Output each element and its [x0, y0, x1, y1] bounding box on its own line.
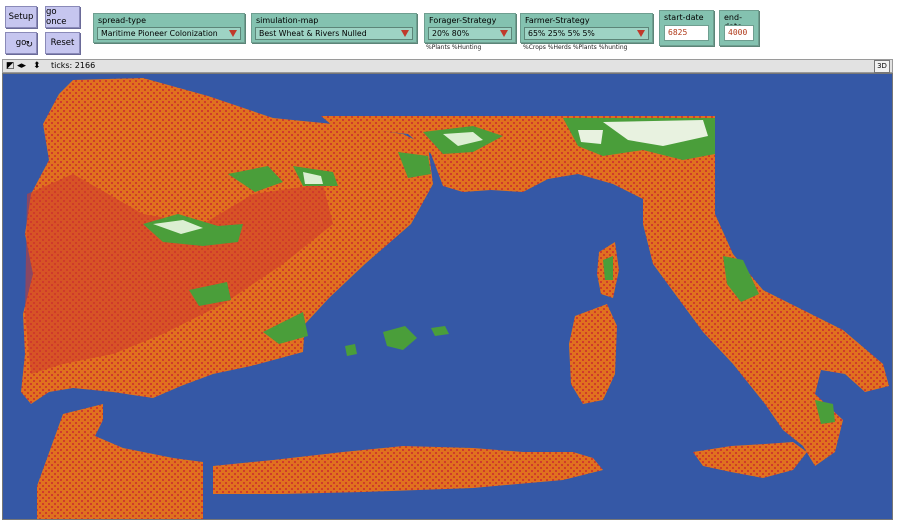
north-africa-east-land — [213, 446, 603, 494]
sardinia-land — [569, 304, 617, 404]
simulation-map-value[interactable]: Best Wheat & Rivers Nulled — [255, 27, 413, 40]
end-date-input-box: end-date 4000 — [719, 10, 759, 46]
dropdown-triangle-icon — [229, 30, 237, 37]
arrows-vertical-icon[interactable]: ⬍ — [33, 61, 41, 71]
view-toolbar: ◩ ◂▸ ⬍ ticks: 2166 3D — [2, 59, 893, 73]
spread-type-value[interactable]: Maritime Pioneer Colonization — [97, 27, 241, 40]
mallorca-land — [383, 326, 417, 350]
reset-button[interactable]: Reset — [45, 32, 80, 54]
end-date-field[interactable]: 4000 — [724, 25, 754, 41]
forager-strategy-value[interactable]: 20% 80% — [428, 27, 512, 40]
forager-strategy-note: %Plants %Hunting — [426, 44, 482, 51]
dropdown-triangle-icon — [401, 30, 409, 37]
go-once-button[interactable]: go once — [45, 6, 80, 28]
3d-view-button[interactable]: 3D — [874, 60, 890, 73]
alps-snow-2 — [578, 130, 603, 144]
setup-button[interactable]: Setup — [5, 6, 37, 28]
farmer-strategy-chooser[interactable]: Farmer-Strategy 65% 25% 5% 5% — [520, 13, 653, 43]
menorca-land — [431, 326, 449, 336]
world-view[interactable] — [2, 73, 893, 520]
go-once-button-label: go once — [46, 7, 67, 27]
forever-icon: ↻ — [25, 40, 33, 50]
arrows-horizontal-icon[interactable]: ◂▸ — [17, 61, 26, 71]
italy-land — [643, 192, 889, 466]
farmer-strategy-value[interactable]: 65% 25% 5% 5% — [524, 27, 649, 40]
simulation-map-label: simulation-map — [256, 16, 319, 25]
ibiza-land — [345, 344, 357, 356]
setup-button-label: Setup — [8, 12, 34, 22]
forager-strategy-label: Forager-Strategy — [429, 16, 497, 25]
spread-type-chooser[interactable]: spread-type Maritime Pioneer Colonizatio… — [93, 13, 245, 43]
sicily-land — [693, 442, 807, 478]
start-date-label: start-date — [664, 13, 704, 22]
world-map — [21, 78, 889, 519]
dropdown-triangle-icon — [500, 30, 508, 37]
reset-button-label: Reset — [50, 38, 75, 48]
start-date-field[interactable]: 6825 — [664, 25, 709, 41]
north-africa-west-land — [37, 404, 203, 519]
simulation-map-chooser[interactable]: simulation-map Best Wheat & Rivers Nulle… — [251, 13, 417, 43]
dropdown-triangle-icon — [637, 30, 645, 37]
farmer-strategy-selected: 65% 25% 5% 5% — [528, 29, 595, 38]
spread-type-label: spread-type — [98, 16, 147, 25]
start-date-input-box: start-date 6825 — [659, 10, 714, 46]
ticks-counter: ticks: 2166 — [51, 61, 96, 70]
go-forever-button[interactable]: go ↻ — [5, 32, 37, 54]
forager-strategy-chooser[interactable]: Forager-Strategy 20% 80% — [424, 13, 516, 43]
spread-type-selected: Maritime Pioneer Colonization — [101, 29, 218, 38]
simulation-map-selected: Best Wheat & Rivers Nulled — [259, 29, 367, 38]
view-size-icon[interactable]: ◩ — [6, 61, 15, 71]
farmer-strategy-note: %Crops %Herds %Plants %hunting — [523, 44, 628, 51]
forager-strategy-selected: 20% 80% — [432, 29, 470, 38]
farmer-strategy-label: Farmer-Strategy — [525, 16, 590, 25]
